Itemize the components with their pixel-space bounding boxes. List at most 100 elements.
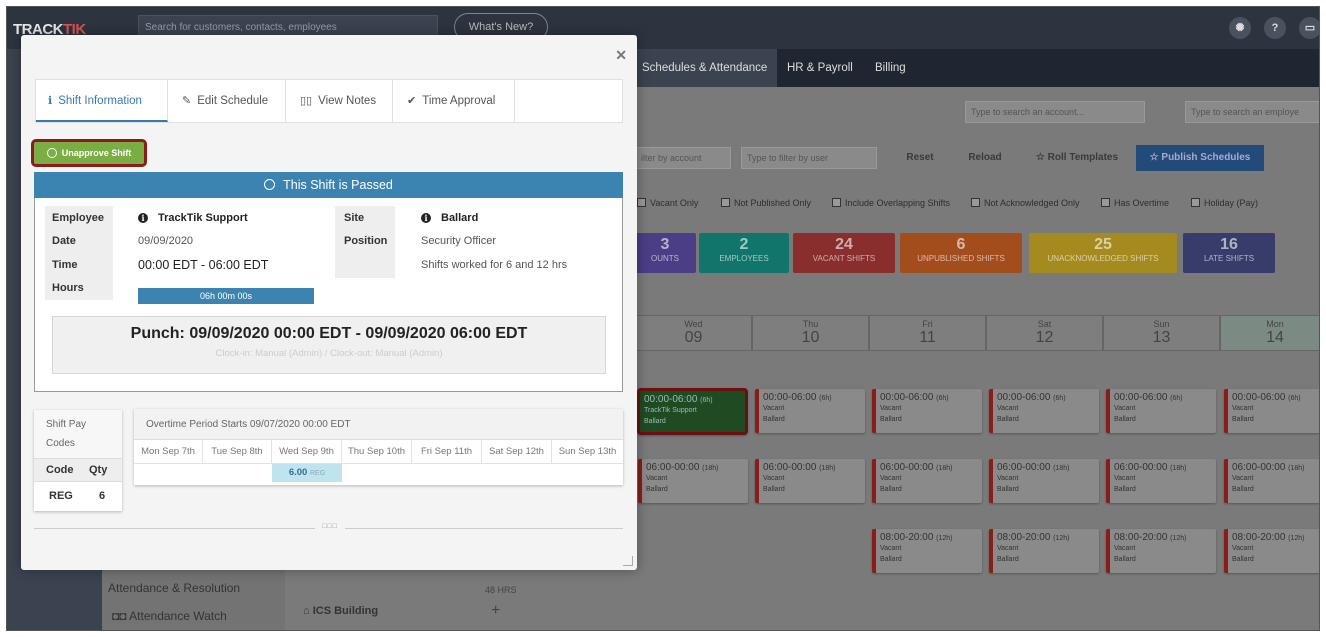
has-overtime-checkbox[interactable]: Has Overtime <box>1101 198 1169 208</box>
shift-card[interactable]: 06:00-00:00 (18h) Vacant Ballard <box>872 459 982 503</box>
overtime-day: Fri Sep 11th <box>412 440 482 464</box>
shift-card[interactable]: 06:00-00:00 (18h) Vacant Ballard <box>1106 459 1216 503</box>
punch-subtitle: Clock-in: Manual (Admin) / Clock-out: Ma… <box>215 348 443 359</box>
pay-code-value: REG <box>49 490 73 502</box>
selected-shift-card[interactable]: 00:00-06:00 (6h) TrackTik Support Ballar… <box>637 388 748 435</box>
hours-label: 48 HRS <box>485 585 517 595</box>
stat-accounts[interactable]: 3 OUNTS <box>634 233 696 273</box>
home-icon: ⌂ <box>303 605 313 617</box>
day-header: Fri 11 <box>869 315 986 351</box>
star-icon: ☆ <box>1035 152 1048 163</box>
vacant-only-checkbox[interactable]: Vacant Only <box>637 198 698 208</box>
holiday-pay-checkbox[interactable]: Holiday (Pay) <box>1191 198 1258 208</box>
check-icon: ✔ <box>407 95 417 107</box>
pay-codes-title: Shift Pay Codes <box>34 410 122 458</box>
shift-card[interactable]: 08:00-20:00 (12h) Vacant Ballard <box>1224 529 1319 573</box>
pay-qty-value: 6 <box>99 490 106 502</box>
shift-card[interactable]: 06:00-00:00 (18h) Vacant Ballard <box>638 459 748 503</box>
rule-text: Shifts worked for 6 and 12 hrs <box>421 259 568 271</box>
nav-hr-payroll[interactable]: HR & Payroll <box>777 49 863 87</box>
star-icon: ☆ <box>1149 152 1162 163</box>
overtime-day: Sat Sep 12th <box>482 440 552 464</box>
shift-details-modal: ✕ ℹ Shift Information ✎ Edit Schedule ▯▯ Vi… <box>21 35 637 570</box>
shift-card[interactable]: 08:00-20:00 (12h) Vacant Ballard <box>872 529 982 573</box>
shift-card[interactable]: 00:00-06:00 (6h) Vacant Ballard <box>872 389 982 433</box>
nav-schedules[interactable]: Schedules & Attendance <box>632 49 778 87</box>
overtime-title: Overtime Period Starts 09/07/2020 00:00 … <box>134 409 623 440</box>
not-acknowledged-checkbox[interactable]: Not Acknowledged Only <box>971 198 1080 208</box>
stat-vacant-shifts[interactable]: 24 VACANT SHIFTS <box>793 233 895 273</box>
shift-card[interactable]: 00:00-06:00 (6h) Vacant Ballard <box>989 389 1099 433</box>
binoculars-icon: ◘◘ <box>112 609 130 623</box>
clock-icon <box>264 179 276 190</box>
menu-attendance-watch[interactable]: ◘◘ Attendance Watch <box>112 609 227 623</box>
app-window: TRACKTIK Search for customers, contacts,… <box>6 6 1320 631</box>
overlapping-checkbox[interactable]: Include Overlapping Shifts <box>832 198 950 208</box>
shift-info-panel: Employee i TrackTik Support Date 09/09/20… <box>34 198 623 392</box>
reset-button[interactable]: Reset <box>895 146 945 170</box>
tab-time-approval[interactable]: ✔ Time Approval <box>393 80 515 122</box>
shift-card[interactable]: 00:00-06:00 (6h) Vacant Ballard <box>1106 389 1216 433</box>
book-icon: ▯▯ <box>300 95 313 107</box>
reload-button[interactable]: Reload <box>957 146 1013 170</box>
code-header: Code <box>46 464 74 476</box>
info-icon: i <box>138 213 148 223</box>
roll-templates-button[interactable]: ☆ Roll Templates <box>1027 146 1127 170</box>
shift-status-banner: This Shift is Passed <box>34 172 623 198</box>
tab-edit-schedule[interactable]: ✎ Edit Schedule <box>168 80 286 122</box>
filter-account-input[interactable]: ilter by account <box>635 147 731 169</box>
employee-value[interactable]: i TrackTik Support <box>138 212 248 224</box>
shift-card[interactable]: 06:00-00:00 (18h) Vacant Ballard <box>755 459 865 503</box>
filter-user-input[interactable]: Type to filter by user <box>741 147 877 169</box>
day-header: Sat 12 <box>986 315 1103 351</box>
resize-handle[interactable] <box>623 556 633 566</box>
shift-card[interactable]: 08:00-20:00 (12h) Vacant Ballard <box>989 529 1099 573</box>
pencil-icon: ✎ <box>182 95 192 107</box>
clock-icon <box>46 148 57 158</box>
day-header: Thu 10 <box>752 315 869 351</box>
overtime-day: Thu Sep 10th <box>342 440 412 464</box>
shift-card[interactable]: 08:00-20:00 (12h) Vacant Ballard <box>1106 529 1216 573</box>
overtime-day: Sun Sep 13th <box>552 440 623 464</box>
overtime-day: Mon Sep 7th <box>134 440 203 464</box>
shift-card[interactable]: 06:00-00:00 (18h) Vacant Ballard <box>1224 459 1319 503</box>
time-label: Time <box>52 259 78 271</box>
menu-attendance-resolution[interactable]: Attendance & Resolution <box>108 581 240 595</box>
add-icon[interactable]: + <box>491 602 500 620</box>
unapprove-shift-button[interactable]: Unapprove Shift <box>31 139 147 167</box>
stat-employees[interactable]: 2 EMPLOYEES <box>699 233 789 273</box>
pay-codes-panel: Shift Pay Codes Code Qty REG 6 <box>34 410 122 511</box>
tab-shift-information[interactable]: ℹ Shift Information <box>36 80 168 122</box>
modal-tabs: ℹ Shift Information ✎ Edit Schedule ▯▯ View… <box>35 79 623 123</box>
site-value[interactable]: i Ballard <box>421 212 478 224</box>
stat-late-shifts[interactable]: 16 LATE SHIFTS <box>1183 233 1275 273</box>
info-icon: ℹ <box>48 95 53 107</box>
account-search-input[interactable]: Type to search an account... <box>965 101 1145 123</box>
stat-unpublished-shifts[interactable]: 6 UNPUBLISHED SHIFTS <box>900 233 1022 273</box>
employee-label: Employee <box>52 212 104 224</box>
overtime-day: Tue Sep 8th <box>203 440 272 464</box>
shift-card[interactable]: 00:00-06:00 (6h) Vacant Ballard <box>755 389 865 433</box>
stat-unacknowledged-shifts[interactable]: 25 UNACKNOWLEDGED SHIFTS <box>1029 233 1177 273</box>
nav-billing[interactable]: Billing <box>865 49 916 87</box>
qty-header: Qty <box>89 464 108 476</box>
shift-card[interactable]: 00:00-06:00 (6h) Vacant Ballard <box>1224 389 1319 433</box>
hours-bar: 06h 00m 00s <box>138 288 314 304</box>
site-label: Site <box>344 212 365 224</box>
not-published-checkbox[interactable]: Not Published Only <box>721 198 811 208</box>
monitor-icon[interactable]: ▭ <box>1299 17 1319 39</box>
shift-card[interactable]: 06:00-00:00 (18h) Vacant Ballard <box>989 459 1099 503</box>
grip-handle[interactable]: □□□ <box>315 523 345 533</box>
employee-search-input[interactable]: Type to search an employe <box>1185 101 1319 123</box>
overtime-day: Wed Sep 9th <box>272 440 342 464</box>
close-icon[interactable]: ✕ <box>615 47 627 64</box>
brain-icon[interactable]: ✺ <box>1229 17 1251 39</box>
punch-title: Punch: 09/09/2020 00:00 EDT - 09/09/2020… <box>130 325 528 342</box>
building-row-label: ⌂ ICS Building <box>303 605 379 617</box>
help-icon[interactable]: ? <box>1264 17 1286 39</box>
time-value: 00:00 EDT - 06:00 EDT <box>138 258 269 272</box>
publish-schedules-button[interactable]: ☆ Publish Schedules <box>1136 145 1264 171</box>
punch-panel: Punch: 09/09/2020 00:00 EDT - 09/09/2020… <box>52 316 606 374</box>
date-value: 09/09/2020 <box>138 235 194 247</box>
tab-view-notes[interactable]: ▯▯ View Notes <box>286 80 393 122</box>
